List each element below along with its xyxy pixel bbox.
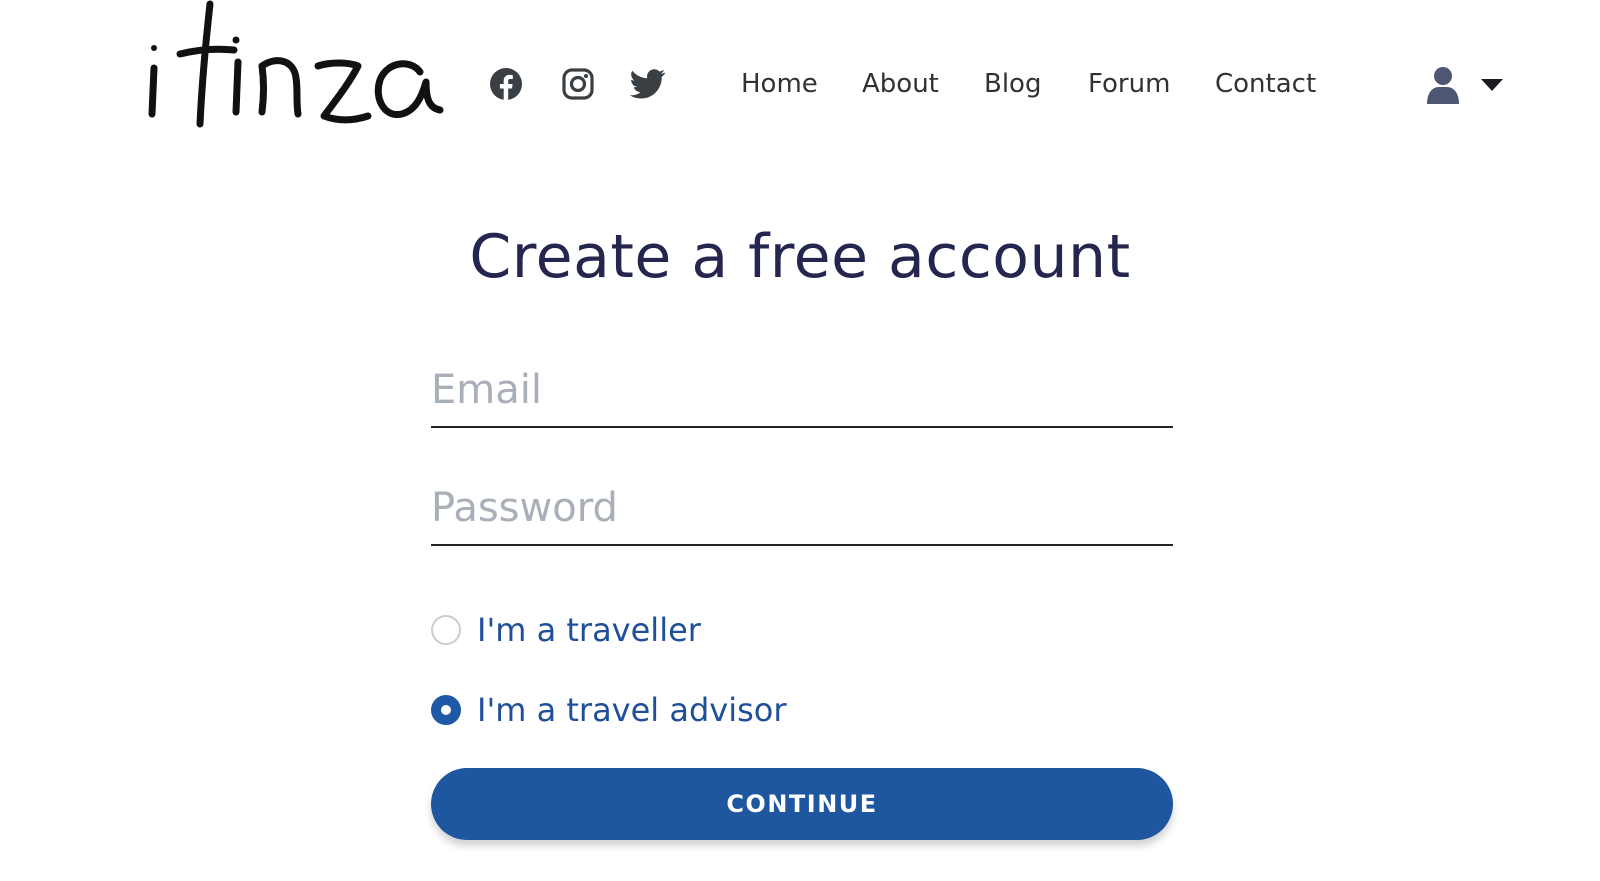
email-field[interactable] bbox=[431, 354, 1173, 428]
travel-advisor-radio[interactable] bbox=[431, 695, 461, 725]
nav-item-contact[interactable]: Contact bbox=[1215, 66, 1316, 102]
facebook-icon[interactable] bbox=[488, 66, 524, 102]
twitter-icon[interactable] bbox=[630, 66, 666, 102]
logo-mark bbox=[148, 0, 444, 128]
caret-down-icon bbox=[1481, 79, 1503, 91]
continue-button[interactable]: CONTINUE bbox=[431, 768, 1173, 840]
instagram-icon[interactable] bbox=[560, 66, 596, 102]
traveller-radio[interactable] bbox=[431, 615, 461, 645]
traveller-label: I'm a traveller bbox=[477, 611, 701, 649]
nav-item-home[interactable]: Home bbox=[741, 66, 818, 102]
nav-item-about[interactable]: About bbox=[862, 66, 939, 102]
user-icon bbox=[1427, 67, 1459, 104]
role-option-travel-advisor[interactable]: I'm a travel advisor bbox=[431, 690, 787, 730]
role-option-traveller[interactable]: I'm a traveller bbox=[431, 610, 701, 650]
logo[interactable] bbox=[144, 0, 444, 132]
travel-advisor-label: I'm a travel advisor bbox=[477, 691, 787, 729]
nav-item-forum[interactable]: Forum bbox=[1088, 66, 1170, 102]
account-menu-button[interactable] bbox=[1426, 64, 1508, 106]
password-field[interactable] bbox=[431, 472, 1173, 546]
page-title: Create a free account bbox=[469, 222, 1131, 292]
nav-item-blog[interactable]: Blog bbox=[984, 66, 1041, 102]
